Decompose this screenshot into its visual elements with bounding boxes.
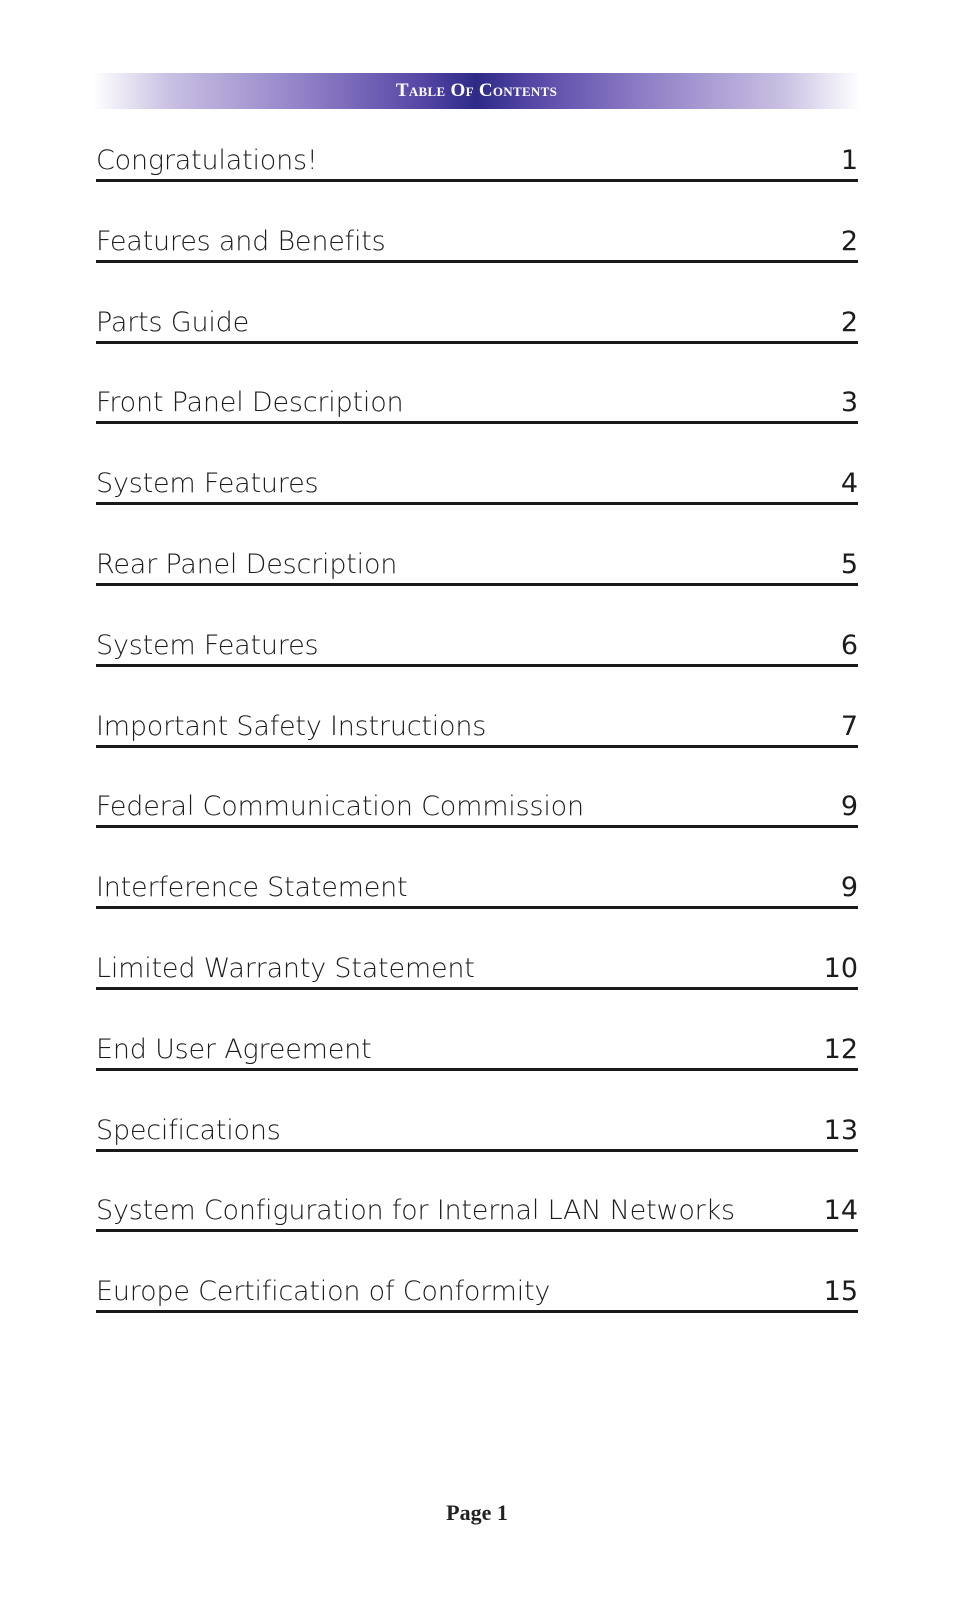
toc-entry-page: 7: [840, 710, 858, 742]
toc-entry-page: 3: [840, 387, 858, 419]
toc-title: Table Of Contents: [395, 80, 558, 101]
toc-entry-page: 14: [823, 1195, 858, 1227]
toc-entry[interactable]: System Features 6: [96, 624, 858, 667]
toc-entry-label: Specifications: [96, 1114, 281, 1146]
toc-entry-page: 1: [840, 145, 858, 176]
toc-entry-label: Limited Warranty Statement: [96, 953, 475, 984]
toc-entry-label: Congratulations!: [96, 145, 318, 176]
toc-header-banner: Table Of Contents: [93, 73, 860, 109]
toc-entry-label: Front Panel Description: [96, 387, 404, 419]
toc-entry-page: 9: [840, 791, 858, 823]
toc-entry[interactable]: Specifications 13: [96, 1109, 858, 1152]
toc-entry-page: 2: [840, 306, 858, 338]
toc-entry-page: 6: [840, 629, 858, 661]
toc-entry-page: 10: [823, 953, 858, 984]
page-number: Page 1: [446, 1500, 508, 1525]
toc-entry-page: 12: [823, 1033, 858, 1065]
toc-entry[interactable]: End User Agreement 12: [96, 1028, 858, 1071]
toc-entry[interactable]: Congratulations! 1: [96, 139, 858, 182]
toc-entry-page: 13: [823, 1114, 858, 1146]
toc-entry-label: Federal Communication Commission: [96, 791, 584, 823]
toc-entry[interactable]: Interference Statement 9: [96, 866, 858, 910]
toc-entry[interactable]: Europe Certification of Conformity 15: [96, 1270, 858, 1314]
toc-entry-page: 9: [840, 872, 858, 904]
toc-entry-label: System Features: [96, 629, 319, 661]
toc-entry-page: 4: [840, 468, 858, 500]
toc-entry[interactable]: System Features 4: [96, 462, 858, 506]
toc-entry-label: End User Agreement: [96, 1033, 372, 1065]
toc-entry-label: Features and Benefits: [96, 225, 386, 257]
toc-entry[interactable]: Rear Panel Description 5: [96, 543, 858, 586]
toc-entry-label: Europe Certification of Conformity: [96, 1276, 551, 1308]
toc-entry[interactable]: Important Safety Instructions 7: [96, 705, 858, 748]
toc-entry-page: 2: [840, 225, 858, 257]
toc-entry[interactable]: Federal Communication Commission 9: [96, 785, 858, 829]
toc-entry[interactable]: System Configuration for Internal LAN Ne…: [96, 1189, 858, 1233]
toc-entry-label: System Features: [96, 468, 319, 500]
toc-entry-label: Important Safety Instructions: [96, 710, 487, 742]
toc-entry[interactable]: Front Panel Description 3: [96, 381, 858, 425]
toc-entry-label: System Configuration for Internal LAN Ne…: [96, 1195, 735, 1227]
toc-entry-label: Parts Guide: [96, 306, 250, 338]
toc-entry-page: 15: [823, 1276, 858, 1308]
toc-entry[interactable]: Parts Guide 2: [96, 301, 858, 344]
toc-entry-label: Rear Panel Description: [96, 549, 398, 580]
toc-entry-label: Interference Statement: [96, 872, 408, 904]
toc-entry[interactable]: Limited Warranty Statement 10: [96, 947, 858, 990]
toc-entry-page: 5: [840, 549, 858, 580]
toc-entry[interactable]: Features and Benefits 2: [96, 220, 858, 263]
